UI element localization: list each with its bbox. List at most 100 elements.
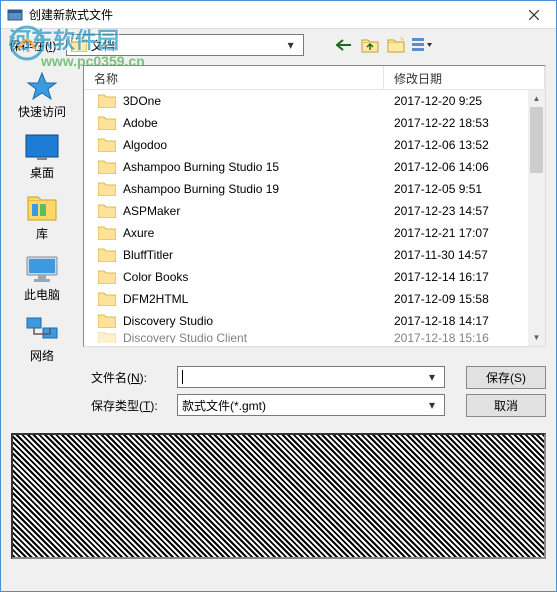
file-name: Axure — [123, 226, 154, 240]
table-row[interactable]: Algodoo 2017-12-06 13:52 — [84, 134, 545, 156]
scroll-thumb[interactable] — [530, 107, 543, 173]
file-date: 2017-12-22 18:53 — [384, 116, 545, 130]
sidebar-item-quick-access[interactable]: 快速访问 — [1, 67, 83, 124]
location-dropdown[interactable]: 文档 ▾ — [66, 34, 304, 56]
back-icon — [336, 39, 352, 51]
folder-icon — [98, 182, 116, 196]
file-date: 2017-12-06 13:52 — [384, 138, 545, 152]
folder-icon — [98, 226, 116, 240]
table-row[interactable]: Ashampoo Burning Studio 15 2017-12-06 14:… — [84, 156, 545, 178]
file-date: 2017-12-18 15:16 — [384, 332, 545, 343]
file-name: Discovery Studio — [123, 314, 213, 328]
folder-icon — [98, 204, 116, 218]
column-date[interactable]: 修改日期 — [384, 66, 545, 89]
file-date: 2017-12-20 9:25 — [384, 94, 545, 108]
sidebar-item-libraries[interactable]: 库 — [1, 189, 83, 246]
preview-panel — [11, 433, 546, 559]
filetype-dropdown[interactable]: 款式文件(*.gmt) ▾ — [177, 394, 445, 416]
back-button[interactable] — [334, 35, 354, 55]
file-date: 2017-12-18 14:17 — [384, 314, 545, 328]
location-text: 文档 — [91, 37, 115, 54]
scroll-down-icon[interactable]: ▼ — [528, 329, 545, 346]
places-sidebar: 快速访问 桌面 库 此电脑 网络 — [1, 61, 83, 351]
cancel-button-label: 取消 — [494, 397, 518, 414]
file-name: DFM2HTML — [123, 292, 188, 306]
desktop-icon — [25, 134, 59, 160]
file-name: 3DOne — [123, 94, 161, 108]
scrollbar[interactable]: ▲ ▼ — [528, 90, 545, 346]
close-icon — [529, 10, 539, 20]
table-row[interactable]: ASPMaker 2017-12-23 14:57 — [84, 200, 545, 222]
file-name: Ashampoo Burning Studio 19 — [123, 182, 279, 196]
sidebar-label: 此电脑 — [24, 286, 60, 303]
file-name: Color Books — [123, 270, 188, 284]
up-folder-button[interactable] — [360, 35, 380, 55]
filetype-label: 保存类型(T): — [91, 397, 169, 414]
sidebar-label: 快速访问 — [18, 103, 66, 120]
folder-icon — [98, 116, 116, 130]
file-name: Adobe — [123, 116, 158, 130]
up-folder-icon — [361, 37, 379, 53]
table-row[interactable]: BluffTitler 2017-11-30 14:57 — [84, 244, 545, 266]
folder-icon — [98, 292, 116, 306]
file-date: 2017-12-05 9:51 — [384, 182, 545, 196]
filename-input[interactable]: ▾ — [177, 366, 445, 388]
close-button[interactable] — [511, 1, 556, 29]
table-row[interactable]: Discovery Studio Client 2017-12-18 15:16 — [84, 332, 545, 343]
column-headers: 名称 修改日期 — [84, 66, 545, 90]
new-folder-icon — [387, 37, 405, 53]
this-pc-icon — [25, 255, 59, 283]
sidebar-label: 库 — [36, 225, 48, 242]
new-folder-button[interactable] — [386, 35, 406, 55]
network-icon — [25, 316, 59, 344]
scroll-up-icon[interactable]: ▲ — [528, 90, 545, 107]
folder-icon — [98, 94, 116, 108]
table-row[interactable]: Ashampoo Burning Studio 19 2017-12-05 9:5… — [84, 178, 545, 200]
file-name: Discovery Studio Client — [123, 332, 247, 343]
file-list: 名称 修改日期 3DOne 2017-12-20 9:25 Adobe 2017-12… — [83, 65, 546, 347]
table-row[interactable]: Adobe 2017-12-22 18:53 — [84, 112, 545, 134]
cancel-button[interactable]: 取消 — [466, 394, 546, 417]
file-date: 2017-11-30 14:57 — [384, 248, 545, 262]
view-list-icon — [412, 37, 432, 53]
file-date: 2017-12-06 14:06 — [384, 160, 545, 174]
file-date: 2017-12-14 16:17 — [384, 270, 545, 284]
table-row[interactable]: Discovery Studio 2017-12-18 14:17 — [84, 310, 545, 332]
file-name: Algodoo — [123, 138, 167, 152]
table-row[interactable]: Color Books 2017-12-14 16:17 — [84, 266, 545, 288]
file-name: BluffTitler — [123, 248, 173, 262]
sidebar-label: 桌面 — [30, 164, 54, 181]
file-date: 2017-12-21 17:07 — [384, 226, 545, 240]
libraries-icon — [26, 194, 58, 222]
table-row[interactable]: 3DOne 2017-12-20 9:25 — [84, 90, 545, 112]
file-date: 2017-12-23 14:57 — [384, 204, 545, 218]
file-name: ASPMaker — [123, 204, 180, 218]
chevron-down-icon: ▾ — [424, 370, 440, 384]
file-name: Ashampoo Burning Studio 15 — [123, 160, 279, 174]
folder-icon — [98, 314, 116, 328]
window-title: 创建新款式文件 — [29, 6, 511, 23]
folder-icon — [98, 248, 116, 262]
star-icon — [26, 71, 58, 101]
filename-value — [182, 370, 183, 384]
chevron-down-icon: ▾ — [424, 398, 440, 412]
save-button[interactable]: 保存(S) — [466, 366, 546, 389]
save-button-label: 保存(S) — [486, 369, 526, 386]
save-in-label: 保存在(I): — [9, 37, 60, 54]
app-icon — [7, 7, 23, 23]
bottom-fields: 文件名(N): ▾ 保存(S) 保存类型(T): 款式文件(*.gmt) ▾ 取… — [1, 351, 556, 427]
view-menu-button[interactable] — [412, 35, 432, 55]
sidebar-item-desktop[interactable]: 桌面 — [1, 128, 83, 185]
filename-label: 文件名(N): — [91, 369, 169, 386]
table-row[interactable]: DFM2HTML 2017-12-09 15:58 — [84, 288, 545, 310]
table-row[interactable]: Axure 2017-12-21 17:07 — [84, 222, 545, 244]
folder-icon — [98, 160, 116, 174]
sidebar-item-this-pc[interactable]: 此电脑 — [1, 250, 83, 307]
column-name[interactable]: 名称 — [84, 66, 384, 89]
folder-icon — [98, 332, 116, 343]
folder-icon — [98, 138, 116, 152]
file-date: 2017-12-09 15:58 — [384, 292, 545, 306]
titlebar: 创建新款式文件 — [1, 1, 556, 29]
toolbar: 保存在(I): 文档 ▾ — [1, 29, 556, 61]
chevron-down-icon: ▾ — [283, 38, 299, 52]
